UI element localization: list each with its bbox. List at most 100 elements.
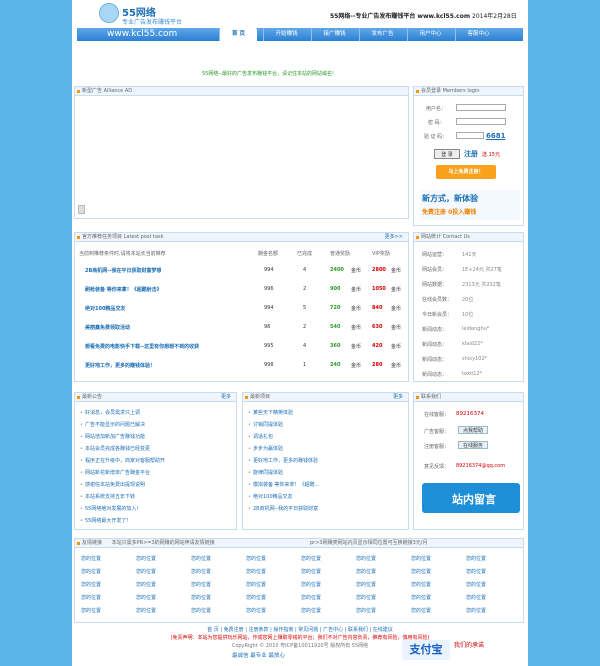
link-cell[interactable]: 您的位置 bbox=[191, 568, 211, 575]
link-cell[interactable]: 您的位置 bbox=[246, 594, 266, 601]
link-cell[interactable]: 您的位置 bbox=[356, 568, 376, 575]
project-item[interactable]: 绝对100精品交友 bbox=[248, 493, 403, 500]
task-vip-reward: 1050 bbox=[372, 286, 386, 292]
task-name[interactable]: 2B商机网--我在平日获取财富梦想 bbox=[85, 267, 161, 274]
projects-more-link[interactable]: 更多 bbox=[393, 393, 403, 402]
captcha-input[interactable] bbox=[456, 132, 484, 139]
link-cell[interactable]: 您的位置 bbox=[356, 607, 376, 614]
project-item[interactable]: 2B商机网--我的平日获取财富 bbox=[248, 505, 403, 512]
project-item[interactable]: 调适礼包 bbox=[248, 433, 403, 440]
link-cell[interactable]: 您的位置 bbox=[81, 555, 101, 562]
task-normal-reward: 900 bbox=[330, 286, 341, 292]
news-item[interactable]: 本站系统支持五年下转 bbox=[80, 493, 230, 500]
link-cell[interactable]: 您的位置 bbox=[301, 607, 321, 614]
tagline-date: 2014年2月28日 bbox=[472, 13, 517, 20]
project-item[interactable]: 讨销同提体验 bbox=[248, 421, 403, 428]
link-cell[interactable]: 您的位置 bbox=[81, 607, 101, 614]
task-vip-reward: 280 bbox=[372, 362, 383, 368]
link-cell[interactable]: 您的位置 bbox=[356, 581, 376, 588]
news-item[interactable]: 55网络绝对发展的加入! bbox=[80, 505, 230, 512]
link-cell[interactable]: 您的位置 bbox=[81, 594, 101, 601]
task-quota: 996 bbox=[264, 286, 274, 292]
task-name[interactable]: 美丽鑫免费领取活动 bbox=[85, 324, 130, 331]
link-cell[interactable]: 您的位置 bbox=[301, 568, 321, 575]
login-button[interactable]: 登 录 bbox=[434, 149, 460, 159]
link-cell[interactable]: 您的位置 bbox=[191, 581, 211, 588]
nav-service-center[interactable]: 客服中心 bbox=[455, 28, 501, 41]
free-register-button[interactable]: 马上免费注册！ bbox=[436, 165, 496, 179]
link-cell[interactable]: 您的位置 bbox=[411, 581, 431, 588]
link-cell[interactable]: 您的位置 bbox=[246, 555, 266, 562]
nav-home[interactable]: 首 页 bbox=[219, 28, 257, 41]
promo-banner[interactable]: 新方式，新体验 免费注册 0投入赚钱 bbox=[420, 190, 520, 220]
link-cell[interactable]: 您的位置 bbox=[191, 555, 211, 562]
nav-publish-ad[interactable]: 发布广告 bbox=[359, 28, 405, 41]
task-vip-unit: 金币 bbox=[391, 268, 402, 274]
project-item[interactable]: 模拟装备 等你来拿！《超酷... bbox=[248, 481, 403, 488]
project-item[interactable]: 步步为赢体验 bbox=[248, 445, 403, 452]
link-cell[interactable]: 您的位置 bbox=[136, 568, 156, 575]
service-qq[interactable]: 89216374 bbox=[456, 411, 484, 417]
nav-start-earning[interactable]: 开始赚钱 bbox=[263, 28, 309, 41]
link-cell[interactable]: 您的位置 bbox=[191, 607, 211, 614]
news-item[interactable]: 程序正在升级中，商家对客服帮助开 bbox=[80, 457, 230, 464]
register-link[interactable]: 注册 bbox=[464, 149, 478, 159]
link-cell[interactable]: 您的位置 bbox=[411, 594, 431, 601]
username-input[interactable] bbox=[456, 104, 506, 111]
qq-help-button[interactable]: 点我帮助 bbox=[458, 426, 488, 434]
task-name[interactable]: 想看免费的电影快手下载--这里有你想想不到的收获 bbox=[85, 343, 199, 350]
link-cell[interactable]: 您的位置 bbox=[411, 607, 431, 614]
nav-ads-earning[interactable]: 接广赚钱 bbox=[311, 28, 357, 41]
link-cell[interactable]: 您的位置 bbox=[411, 568, 431, 575]
link-cell[interactable]: 您的位置 bbox=[136, 594, 156, 601]
link-cell[interactable]: 您的位置 bbox=[301, 594, 321, 601]
news-item[interactable]: 本站会员完成各赚钱已经变更 bbox=[80, 445, 230, 452]
news-item[interactable]: 广告不能显示的问题已解决 bbox=[80, 421, 230, 428]
task-name[interactable]: 更好地工作，更多的赚钱体验！ bbox=[85, 362, 155, 369]
link-cell[interactable]: 您的位置 bbox=[246, 607, 266, 614]
news-item[interactable]: 网站新花新增单广告赚金平台 bbox=[80, 469, 230, 476]
news-item[interactable]: 感谢信本站免费出提现说明 bbox=[80, 481, 230, 488]
news-more-link[interactable]: 更多 bbox=[221, 393, 231, 402]
link-cell[interactable]: 您的位置 bbox=[136, 581, 156, 588]
links-panel: 友情链接 本站只需多PR>=3的网赚的网站申请友情链接 pr>3网赚类网站内页显示… bbox=[74, 538, 524, 623]
footer-links[interactable]: 首 页 | 免费注册 | 注册条款 | 操作指南 | 常见问题 | 广告中心 |… bbox=[72, 626, 528, 633]
captcha-image[interactable]: 6681 bbox=[486, 132, 505, 140]
nav-user-center[interactable]: 用户中心 bbox=[407, 28, 453, 41]
link-cell[interactable]: 您的位置 bbox=[301, 555, 321, 562]
slider-left-arrow-icon[interactable] bbox=[78, 205, 85, 214]
link-cell[interactable]: 您的位置 bbox=[466, 555, 486, 562]
link-cell[interactable]: 您的位置 bbox=[466, 607, 486, 614]
news-item[interactable]: 好消息，会员需求只上调 bbox=[80, 409, 230, 416]
project-item[interactable]: 某些天下精英体验 bbox=[248, 409, 403, 416]
link-cell[interactable]: 您的位置 bbox=[466, 568, 486, 575]
link-cell[interactable]: 您的位置 bbox=[191, 594, 211, 601]
message-sticker[interactable]: 站内留言 bbox=[422, 483, 520, 513]
link-cell[interactable]: 您的位置 bbox=[81, 568, 101, 575]
link-cell[interactable]: 您的位置 bbox=[246, 568, 266, 575]
online-service-button[interactable]: 在线服务 bbox=[458, 441, 488, 449]
task-done: 4 bbox=[303, 343, 307, 349]
news-item[interactable]: 55网络最大开发了! bbox=[80, 517, 230, 524]
task-name[interactable]: 刷枪装备 等你来拿！《超酷射击》 bbox=[85, 286, 162, 293]
password-input[interactable] bbox=[456, 118, 506, 125]
link-cell[interactable]: 您的位置 bbox=[411, 555, 431, 562]
link-cell[interactable]: 您的位置 bbox=[356, 555, 376, 562]
link-cell[interactable]: 您的位置 bbox=[356, 594, 376, 601]
link-cell[interactable]: 您的位置 bbox=[136, 555, 156, 562]
task-done: 2 bbox=[303, 286, 307, 292]
link-cell[interactable]: 您的位置 bbox=[466, 594, 486, 601]
link-cell[interactable]: 您的位置 bbox=[466, 581, 486, 588]
project-item[interactable]: 更好地工作，更多的赚钱体验 bbox=[248, 457, 403, 464]
project-item[interactable]: 旋律同提体验 bbox=[248, 469, 403, 476]
stat-label: 网站运营： bbox=[422, 252, 448, 258]
link-cell[interactable]: 您的位置 bbox=[301, 581, 321, 588]
email-address[interactable]: 89216374@qq.com bbox=[456, 463, 505, 469]
news-item[interactable]: 网站增加新加广告赚钱功能 bbox=[80, 433, 230, 440]
link-cell[interactable]: 您的位置 bbox=[81, 581, 101, 588]
tasks-more-link[interactable]: 更多>> bbox=[385, 233, 403, 242]
stats-header: 网站统计 Contact Us bbox=[414, 233, 523, 242]
task-name[interactable]: 绝对100精品交友 bbox=[85, 305, 125, 312]
link-cell[interactable]: 您的位置 bbox=[136, 607, 156, 614]
link-cell[interactable]: 您的位置 bbox=[246, 581, 266, 588]
